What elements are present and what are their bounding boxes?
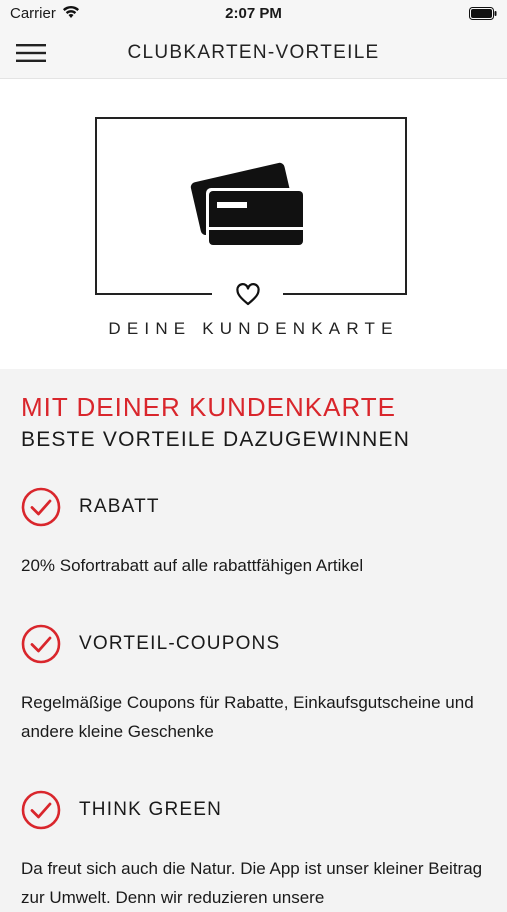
headline-secondary: BESTE VORTEILE DAZUGEWINNEN <box>21 428 411 451</box>
navigation-bar: CLUBKARTEN-VORTEILE <box>0 28 507 79</box>
check-circle-icon <box>21 624 61 664</box>
check-circle-icon <box>21 487 61 527</box>
feature-title-think-green: THINK GREEN <box>79 799 223 820</box>
status-time: 2:07 PM <box>225 5 282 22</box>
check-circle-icon <box>21 790 61 830</box>
hero-frame-line-right <box>283 293 407 295</box>
heart-icon <box>235 283 261 307</box>
feature-title-rabatt: RABATT <box>79 496 160 517</box>
feature-description-coupons: Regelmäßige Coupons für Rabatte, Einkauf… <box>21 693 474 741</box>
hero-caption: DEINE KUNDENKARTE <box>108 319 399 338</box>
status-bar: Carrier 2:07 PM <box>0 0 507 28</box>
headline-primary: MIT DEINER KUNDENKARTE <box>21 392 396 422</box>
battery-icon <box>469 7 497 24</box>
feature-description-think-green: Da freut sich auch die Natur. Die App is… <box>21 859 483 907</box>
hero-frame-line-left <box>95 293 212 295</box>
customer-card-hero: DEINE KUNDENKARTE <box>0 79 507 369</box>
credit-cards-icon <box>190 154 310 254</box>
feature-title-coupons: VORTEIL-COUPONS <box>79 633 281 654</box>
feature-description-rabatt: 20% Sofortrabatt auf alle rabattfähigen … <box>21 556 364 575</box>
page-title: CLUBKARTEN-VORTEILE <box>127 42 380 63</box>
